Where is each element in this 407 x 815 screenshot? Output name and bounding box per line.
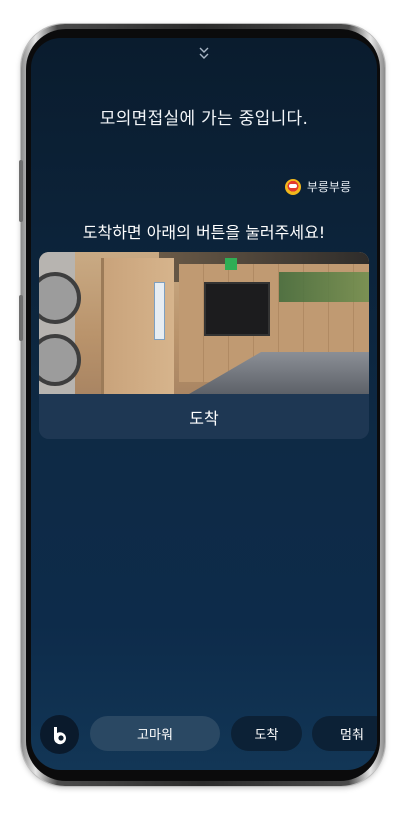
robot-badge: 부릉부릉 [284,178,351,195]
arrival-card: 도착 [39,252,369,439]
wall-tv [204,282,270,336]
bixby-icon[interactable] [40,715,79,754]
suggestion-bar: 고마워 도착 멈춰 [31,714,377,754]
exit-sign [225,258,237,270]
suggestion-chip-stop[interactable]: 멈춰 [312,716,377,751]
suggestion-chip-arrived[interactable]: 도착 [231,716,302,751]
power-button [19,295,23,341]
double-chevron-down-icon[interactable] [31,46,377,61]
status-text: 모의면접실에 가는 중입니다. [99,109,309,129]
robot-icon [284,178,301,195]
volume-button [19,160,23,222]
window [279,272,369,302]
screen: 모의면접실에 가는 중입니다. 부릉부릉 도착하면 아래의 버튼을 눌러주세요!… [31,38,377,770]
suggestion-chip-thanks[interactable]: 고마워 [90,716,220,751]
hallway-photo [39,252,369,394]
instruction-text: 도착하면 아래의 버튼을 눌러주세요! [82,223,326,242]
arrived-button[interactable]: 도착 [39,394,369,439]
door-sign [154,282,165,340]
badge-label: 부릉부릉 [306,180,351,194]
